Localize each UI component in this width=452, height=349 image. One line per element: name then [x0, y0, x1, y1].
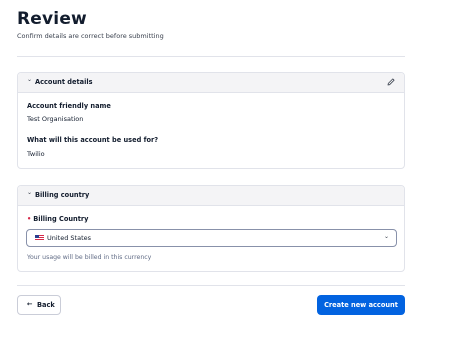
arrow-left-icon: ←	[27, 300, 33, 308]
friendly-name-value: Test Organisation	[27, 115, 84, 123]
account-details-header[interactable]: ⌄ Account details	[18, 73, 404, 93]
billing-country-select[interactable]: United States ⌄	[26, 229, 397, 247]
usage-label: What will this account be used for?	[27, 136, 159, 144]
back-button[interactable]: ← Back	[17, 295, 61, 315]
usage-value: Twilio	[27, 150, 45, 158]
billing-country-value: United States	[47, 234, 92, 242]
billing-country-header[interactable]: ⌄ Billing country	[18, 186, 404, 206]
account-details-card: ⌄ Account details Account friendly name …	[17, 72, 405, 169]
page-subtitle: Confirm details are correct before submi…	[17, 32, 164, 40]
us-flag-icon	[35, 235, 44, 241]
required-marker: •	[27, 215, 32, 223]
chevron-down-icon: ⌄	[27, 76, 33, 83]
friendly-name-label: Account friendly name	[27, 102, 111, 110]
billing-country-card: ⌄ Billing country • Billing Country Unite…	[17, 185, 405, 272]
back-button-label: Back	[37, 301, 55, 309]
account-details-title: Account details	[35, 78, 93, 86]
chevron-down-icon: ⌄	[27, 189, 33, 196]
billing-help-text: Your usage will be billed in this curren…	[27, 254, 152, 261]
pencil-icon[interactable]	[386, 77, 396, 87]
create-new-account-button[interactable]: Create new account	[317, 295, 405, 315]
bottom-divider	[17, 285, 405, 286]
billing-country-label: • Billing Country	[27, 215, 88, 223]
chevron-down-icon: ⌄	[383, 233, 389, 240]
page-title: Review	[17, 9, 87, 29]
billing-country-title: Billing country	[35, 191, 90, 199]
billing-country-label-text: Billing Country	[33, 215, 89, 223]
top-divider	[17, 56, 405, 57]
